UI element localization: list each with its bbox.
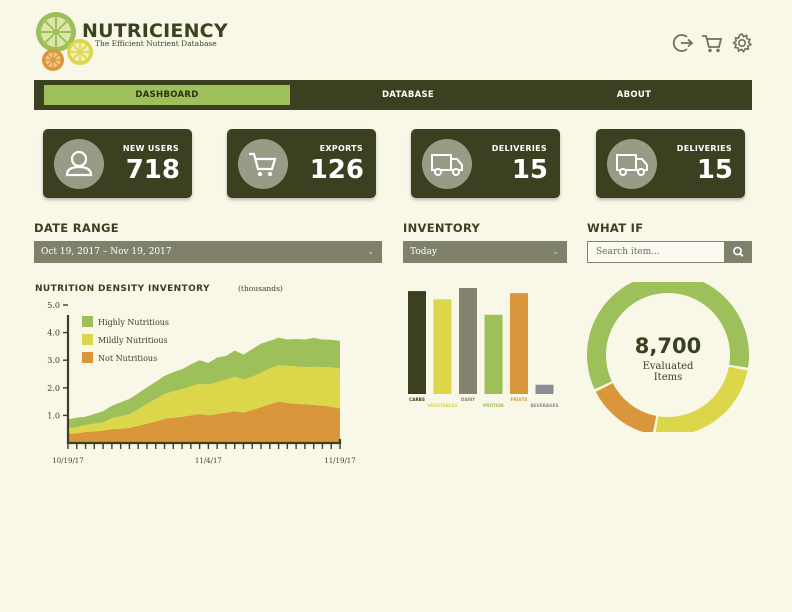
legend-swatch (82, 352, 93, 363)
legend-label: Not Nutritious (98, 354, 157, 363)
brand-tagline: The Efficient Nutrient Database (95, 39, 217, 48)
bar (459, 288, 477, 394)
inventory-value: Today (410, 247, 437, 257)
stat-label: NEW USERS (122, 144, 179, 153)
y-tick-label: 2.0 (47, 384, 60, 393)
chevron-down-icon: ⌄ (367, 247, 374, 256)
bar (510, 293, 528, 394)
x-tick-label: 10/19/17 (52, 457, 83, 465)
legend-label: Highly Nutritious (98, 318, 169, 327)
area-chart-subtitle: (thousands) (238, 284, 283, 293)
gear-icon[interactable] (731, 32, 753, 54)
search-button[interactable] (725, 241, 752, 263)
bar-label: FRUITS (511, 397, 528, 402)
cart-icon[interactable] (701, 32, 723, 54)
chevron-down-icon: ⌄ (552, 247, 559, 256)
bar (535, 384, 554, 394)
stat-label: DELIVERIES (491, 144, 547, 153)
bar (484, 314, 503, 394)
x-tick-label: 11/19/17 (324, 457, 355, 465)
cart-icon (238, 139, 288, 189)
bar (433, 299, 452, 394)
bar-label: BEVERAGES (531, 403, 559, 408)
stat-value: 718 (125, 155, 180, 185)
what-if-heading: WHAT IF (587, 221, 644, 235)
date-range-dropdown[interactable]: Oct 19, 2017 – Nov 19, 2017 ⌄ (34, 241, 382, 263)
donut-center-label: Items (654, 372, 683, 383)
donut-center-label: Evaluated (643, 361, 694, 372)
date-range-value: Oct 19, 2017 – Nov 19, 2017 (41, 247, 172, 257)
stat-card-deliveries-2: DELIVERIES 15 (596, 129, 745, 198)
search-icon (733, 246, 744, 257)
tab-dashboard[interactable]: DASHBOARD (44, 85, 290, 105)
stat-value: 126 (309, 155, 364, 185)
stat-card-exports: EXPORTS 126 (227, 129, 376, 198)
logout-icon[interactable] (672, 32, 694, 54)
area-chart: 1.0 2.0 3.0 4.0 5.0 10/19/17 11/4/17 11/19/17 Hi… (47, 301, 355, 465)
truck-icon (607, 139, 657, 189)
main-nav: DASHBOARD DATABASE ABOUT (34, 80, 752, 110)
donut-chart: 8,700 EvaluatedItems (587, 282, 749, 432)
truck-icon (422, 139, 472, 189)
bar-label: CARBS (409, 397, 425, 402)
bar-label: VEGETABLES (428, 403, 458, 408)
stat-value: 15 (511, 155, 548, 185)
y-tick-label: 5.0 (47, 301, 60, 310)
inventory-heading: INVENTORY (403, 221, 481, 235)
legend-label: Mildly Nutritious (98, 336, 168, 345)
bar (408, 291, 426, 394)
donut-slice (595, 383, 657, 432)
search-input[interactable] (587, 241, 725, 263)
y-tick-label: 1.0 (47, 411, 60, 420)
tab-about[interactable]: ABOUT (524, 85, 744, 105)
bar-chart: CARBSVEGETABLESDAIRY PROTEIN FRUITSBEVERAG… (408, 288, 559, 408)
donut-center-value: 8,700 (635, 334, 701, 358)
tab-database[interactable]: DATABASE (298, 85, 518, 105)
x-tick-label: 11/4/17 (195, 457, 222, 465)
y-tick-label: 3.0 (47, 356, 60, 365)
date-range-heading: DATE RANGE (34, 221, 119, 235)
bar-label: DAIRY (461, 397, 476, 402)
stat-label: EXPORTS (319, 144, 363, 153)
stat-label: DELIVERIES (676, 144, 732, 153)
inventory-dropdown[interactable]: Today ⌄ (403, 241, 567, 263)
stat-card-deliveries: DELIVERIES 15 (411, 129, 560, 198)
user-icon (54, 139, 104, 189)
y-tick-label: 4.0 (47, 329, 60, 338)
stat-card-new-users: NEW USERS 718 (43, 129, 192, 198)
stat-value: 15 (696, 155, 733, 185)
legend-swatch (82, 316, 93, 327)
bar-label: PROTEIN (483, 403, 504, 408)
area-chart-title: NUTRITION DENSITY INVENTORY (35, 284, 210, 294)
legend-swatch (82, 334, 93, 345)
